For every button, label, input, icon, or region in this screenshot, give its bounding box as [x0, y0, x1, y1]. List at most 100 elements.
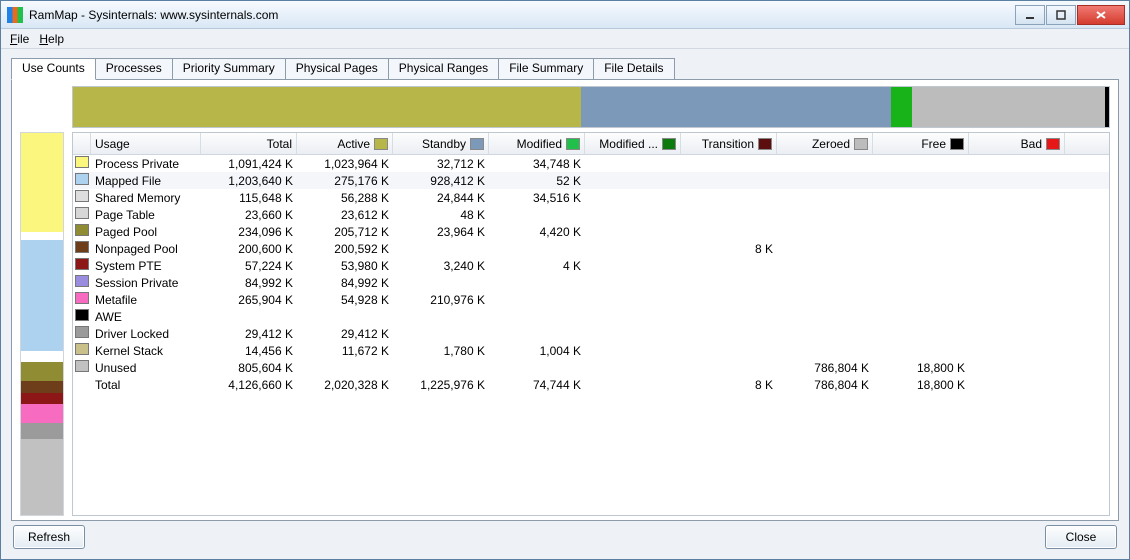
category-bar-segment: [21, 423, 63, 438]
table-row[interactable]: Metafile265,904 K54,928 K210,976 K: [73, 291, 1109, 308]
col-total[interactable]: Total: [201, 133, 297, 154]
tab-processes[interactable]: Processes: [95, 58, 173, 80]
column-label: Transition: [702, 137, 754, 151]
col-standby[interactable]: Standby: [393, 133, 489, 154]
column-color-swatch: [950, 138, 964, 150]
table-row[interactable]: Total4,126,660 K2,020,328 K1,225,976 K74…: [73, 376, 1109, 393]
row-swatch-cell: [73, 360, 91, 375]
tab-physical-ranges[interactable]: Physical Ranges: [388, 58, 499, 80]
cell-standby: 23,964 K: [393, 225, 489, 239]
minimize-icon: [1025, 10, 1035, 20]
table-header: Usage TotalActiveStandby Modified Modified …: [73, 133, 1109, 155]
cell-usage: Driver Locked: [91, 327, 201, 341]
app-icon: [7, 7, 23, 23]
column-label: Zeroed: [812, 137, 850, 151]
row-swatch-cell: [73, 275, 91, 290]
cell-active: 56,288 K: [297, 191, 393, 205]
menu-file[interactable]: File: [7, 31, 32, 47]
minimize-button[interactable]: [1015, 5, 1045, 25]
table-row[interactable]: Driver Locked29,412 K29,412 K: [73, 325, 1109, 342]
close-window-button[interactable]: [1077, 5, 1125, 25]
column-color-swatch: [374, 138, 388, 150]
close-button[interactable]: Close: [1045, 525, 1117, 549]
table-row[interactable]: AWE: [73, 308, 1109, 325]
cell-usage: Unused: [91, 361, 201, 375]
cell-total: 805,604 K: [201, 361, 297, 375]
cell-modified: 1,004 K: [489, 344, 585, 358]
column-label: Usage: [95, 137, 130, 151]
window: RamMap - Sysinternals: www.sysinternals.…: [0, 0, 1130, 560]
cell-total: 23,660 K: [201, 208, 297, 222]
cell-standby: 3,240 K: [393, 259, 489, 273]
col-bad[interactable]: Bad: [969, 133, 1065, 154]
table-row[interactable]: System PTE57,224 K53,980 K3,240 K4 K: [73, 257, 1109, 274]
table-row[interactable]: Nonpaged Pool200,600 K200,592 K8 K: [73, 240, 1109, 257]
cell-total: 1,091,424 K: [201, 157, 297, 171]
cell-standby: 32,712 K: [393, 157, 489, 171]
table-row[interactable]: Mapped File1,203,640 K275,176 K928,412 K…: [73, 172, 1109, 189]
col-usage[interactable]: Usage: [91, 133, 201, 154]
cell-active: 200,592 K: [297, 242, 393, 256]
col-free[interactable]: Free: [873, 133, 969, 154]
cell-active: 1,023,964 K: [297, 157, 393, 171]
cell-usage: Mapped File: [91, 174, 201, 188]
tab-file-summary[interactable]: File Summary: [498, 58, 594, 80]
table-row[interactable]: Process Private1,091,424 K1,023,964 K32,…: [73, 155, 1109, 172]
row-color-swatch: [75, 190, 89, 202]
tab-file-details[interactable]: File Details: [593, 58, 674, 80]
cell-active: 29,412 K: [297, 327, 393, 341]
tab-priority-summary[interactable]: Priority Summary: [172, 58, 286, 80]
cell-standby: 24,844 K: [393, 191, 489, 205]
cell-trans: 8 K: [681, 378, 777, 392]
col-active[interactable]: Active: [297, 133, 393, 154]
cell-modified: 74,744 K: [489, 378, 585, 392]
menu-help[interactable]: Help: [36, 31, 67, 47]
row-swatch-cell: [73, 207, 91, 222]
table-row[interactable]: Paged Pool234,096 K205,712 K23,964 K4,42…: [73, 223, 1109, 240]
memory-usage-bar: [72, 86, 1110, 128]
tab-physical-pages[interactable]: Physical Pages: [285, 58, 389, 80]
tabstrip: Use CountsProcessesPriority SummaryPhysi…: [11, 57, 1119, 79]
cell-active: 275,176 K: [297, 174, 393, 188]
cell-usage: System PTE: [91, 259, 201, 273]
category-bar-segment: [21, 232, 63, 240]
column-label: Modified: [517, 137, 562, 151]
titlebar[interactable]: RamMap - Sysinternals: www.sysinternals.…: [1, 1, 1129, 29]
cell-trans: 8 K: [681, 242, 777, 256]
cell-standby: 1,780 K: [393, 344, 489, 358]
col-modified-[interactable]: Modified ...: [585, 133, 681, 154]
category-bar-segment: [21, 404, 63, 423]
cell-total: 84,992 K: [201, 276, 297, 290]
table-row[interactable]: Kernel Stack14,456 K11,672 K1,780 K1,004…: [73, 342, 1109, 359]
col-transition[interactable]: Transition: [681, 133, 777, 154]
cell-active: 54,928 K: [297, 293, 393, 307]
row-color-swatch: [75, 156, 89, 168]
cell-total: 1,203,640 K: [201, 174, 297, 188]
cell-zeroed: 786,804 K: [777, 361, 873, 375]
cell-standby: 1,225,976 K: [393, 378, 489, 392]
cell-usage: Nonpaged Pool: [91, 242, 201, 256]
cell-usage: Paged Pool: [91, 225, 201, 239]
refresh-button[interactable]: Refresh: [13, 525, 85, 549]
row-swatch-cell: [73, 326, 91, 341]
column-label: Modified ...: [599, 137, 658, 151]
table-row[interactable]: Session Private84,992 K84,992 K: [73, 274, 1109, 291]
cell-total: 29,412 K: [201, 327, 297, 341]
column-color-swatch: [1046, 138, 1060, 150]
cell-usage: Total: [91, 378, 201, 392]
col-zeroed[interactable]: Zeroed: [777, 133, 873, 154]
row-swatch-cell: [73, 292, 91, 307]
table-row[interactable]: Page Table23,660 K23,612 K48 K: [73, 206, 1109, 223]
tab-use-counts[interactable]: Use Counts: [11, 58, 96, 80]
cell-free: 18,800 K: [873, 378, 969, 392]
table-row[interactable]: Unused805,604 K786,804 K18,800 K: [73, 359, 1109, 376]
col-swatch[interactable]: [73, 133, 91, 154]
cell-modified: 52 K: [489, 174, 585, 188]
maximize-button[interactable]: [1046, 5, 1076, 25]
category-color-bar: [20, 132, 64, 516]
cell-total: 234,096 K: [201, 225, 297, 239]
col-modified[interactable]: Modified: [489, 133, 585, 154]
column-color-swatch: [662, 138, 676, 150]
row-swatch-cell: [73, 224, 91, 239]
table-row[interactable]: Shared Memory115,648 K56,288 K24,844 K34…: [73, 189, 1109, 206]
